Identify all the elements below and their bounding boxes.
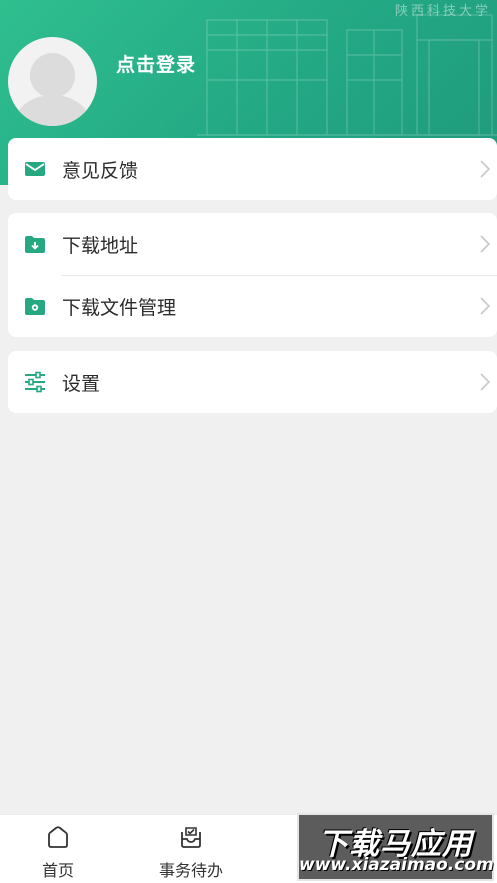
folder-download-icon — [25, 236, 45, 253]
menu-item-label: 下载地址 — [62, 234, 139, 257]
university-script: 陕西科技大学 — [394, 4, 491, 19]
avatar[interactable] — [8, 37, 97, 126]
home-icon — [48, 826, 68, 848]
login-link[interactable]: 点击登录 — [116, 50, 196, 77]
menu-item-label: 下载文件管理 — [62, 296, 177, 319]
campus-building-illustration — [197, 14, 497, 136]
chevron-right-icon — [480, 297, 491, 315]
menu-item-label: 设置 — [62, 372, 101, 395]
menu-item-feedback[interactable]: 意见反馈 — [8, 138, 497, 200]
menu-item-label: 意见反馈 — [62, 159, 139, 182]
watermark-logo: 下载马应用 www.xiazaimao.com — [297, 813, 494, 881]
chevron-right-icon — [480, 373, 491, 391]
feedback-card: 意见反馈 — [8, 138, 497, 200]
inbox-check-icon — [181, 827, 201, 848]
settings-card: 设置 — [8, 351, 497, 413]
tab-home[interactable]: 首页 — [3, 815, 113, 883]
download-card: 下载地址 下载文件管理 — [8, 213, 497, 337]
tab-tasks[interactable]: 事务待办 — [136, 815, 246, 883]
menu-item-settings[interactable]: 设置 — [8, 351, 497, 413]
menu-item-download-address[interactable]: 下载地址 — [8, 213, 497, 275]
watermark-url: www.xiazaimao.com — [299, 855, 494, 875]
mail-icon — [25, 162, 45, 176]
folder-gear-icon — [25, 298, 45, 315]
menu-item-download-manage[interactable]: 下载文件管理 — [8, 275, 497, 337]
chevron-right-icon — [480, 235, 491, 253]
sliders-icon — [25, 371, 45, 393]
chevron-right-icon — [480, 160, 491, 178]
tab-label: 事务待办 — [158, 861, 223, 880]
tab-label: 首页 — [41, 861, 74, 880]
